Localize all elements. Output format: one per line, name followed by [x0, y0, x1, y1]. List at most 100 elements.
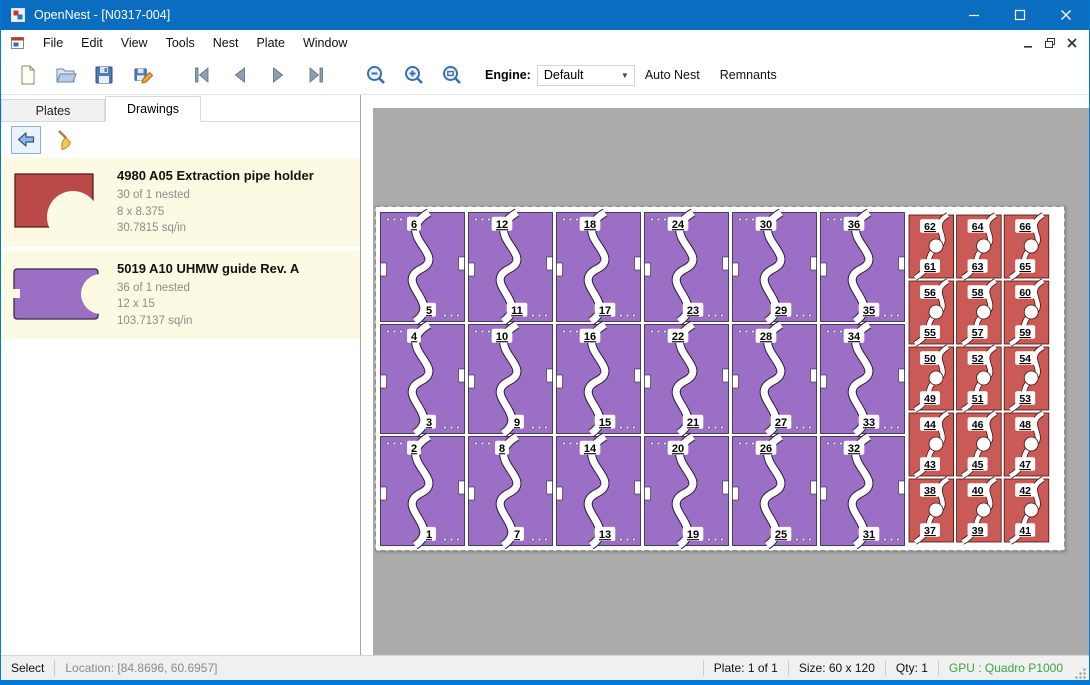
menu-window[interactable]: Window [294, 32, 356, 54]
svg-text:42: 42 [1019, 485, 1031, 497]
save-icon [92, 63, 116, 87]
svg-text:20: 20 [672, 443, 684, 455]
nest-part-pair-purple[interactable]: 1413 [557, 437, 641, 546]
nest-canvas[interactable]: 6512111817242330293635431091615222128273… [361, 95, 1089, 655]
last-arrow-icon [304, 63, 328, 87]
nest-part-pair-purple[interactable]: 3635 [821, 213, 905, 322]
auto-nest-button[interactable]: Auto Nest [635, 62, 710, 88]
broom-icon [54, 128, 78, 152]
save-as-button[interactable] [125, 59, 159, 91]
mdi-restore-button[interactable] [1039, 33, 1061, 53]
zoom-fit-button[interactable] [435, 59, 469, 91]
nest-part-pair-purple[interactable]: 65 [381, 213, 465, 322]
nest-part-pair-red[interactable]: 4241 [1004, 479, 1049, 542]
nest-part-pair-red[interactable]: 5049 [909, 347, 954, 410]
svg-text:10: 10 [496, 331, 508, 343]
menu-tools[interactable]: Tools [157, 32, 204, 54]
nest-part-pair-red[interactable]: 6261 [909, 215, 954, 278]
nest-part-pair-purple[interactable]: 1211 [469, 213, 553, 322]
svg-text:15: 15 [599, 417, 611, 429]
menu-file[interactable]: File [34, 32, 72, 54]
nav-prev-button[interactable] [223, 59, 257, 91]
drawing-nested-count: 36 of 1 nested [117, 280, 299, 297]
nest-part-pair-red[interactable]: 5655 [909, 281, 954, 344]
resize-grip[interactable] [1073, 656, 1089, 680]
nav-first-button[interactable] [185, 59, 219, 91]
mdi-minimize-button[interactable] [1017, 33, 1039, 53]
nest-part-pair-purple[interactable]: 2827 [733, 325, 817, 434]
clear-parts-button[interactable] [51, 126, 81, 154]
nest-part-pair-purple[interactable]: 87 [469, 437, 553, 546]
nest-part-pair-purple[interactable]: 2221 [645, 325, 729, 434]
maximize-icon [1014, 9, 1026, 21]
nest-part-pair-red[interactable]: 5453 [1004, 347, 1049, 410]
list-item[interactable]: 5019 A10 UHMW guide Rev. A 36 of 1 neste… [1, 251, 360, 340]
svg-text:63: 63 [972, 261, 984, 273]
nest-part-pair-purple[interactable]: 1615 [557, 325, 641, 434]
engine-select[interactable]: Default ▼ [537, 65, 635, 86]
nest-part-pair-purple[interactable]: 3029 [733, 213, 817, 322]
nest-part-pair-red[interactable]: 4847 [1004, 413, 1049, 476]
save-button[interactable] [87, 59, 121, 91]
menu-edit[interactable]: Edit [72, 32, 112, 54]
new-button[interactable] [11, 59, 45, 91]
main-toolbar: Engine: Default ▼ Auto Nest Remnants [1, 56, 1089, 95]
minimize-button[interactable] [951, 0, 997, 30]
plate-svg[interactable]: 6512111817242330293635431091615222128273… [375, 206, 1065, 551]
svg-text:13: 13 [599, 529, 611, 541]
nest-part-pair-purple[interactable]: 10 9 [469, 325, 553, 434]
nest-part-pair-purple[interactable]: 2625 [733, 437, 817, 546]
nav-last-button[interactable] [299, 59, 333, 91]
menu-plate[interactable]: Plate [247, 32, 294, 54]
nest-part-pair-purple[interactable]: 21 [381, 437, 465, 546]
svg-text:11: 11 [511, 305, 523, 317]
svg-text:50: 50 [924, 353, 936, 365]
nav-next-button[interactable] [261, 59, 295, 91]
svg-text:4: 4 [411, 331, 418, 343]
zoom-in-button[interactable] [397, 59, 431, 91]
mdi-close-icon [1065, 36, 1079, 50]
nest-part-pair-purple[interactable]: 2423 [645, 213, 729, 322]
list-item[interactable]: 4980 A05 Extraction pipe holder 30 of 1 … [1, 158, 360, 247]
window-bottom-border [1, 680, 1089, 685]
close-button[interactable] [1043, 0, 1089, 30]
svg-text:28: 28 [760, 331, 772, 343]
drawing-size: 8 x 8.375 [117, 204, 314, 221]
open-button[interactable] [49, 59, 83, 91]
return-part-button[interactable] [11, 126, 41, 154]
tab-drawings[interactable]: Drawings [105, 96, 201, 122]
mdi-close-button[interactable] [1061, 33, 1083, 53]
remnants-button[interactable]: Remnants [710, 62, 787, 88]
status-location: Location: [84.8696, 60.6957] [55, 656, 227, 680]
svg-text:9: 9 [514, 417, 520, 429]
engine-selected-value: Default [544, 68, 584, 82]
nest-part-pair-purple[interactable]: 2019 [645, 437, 729, 546]
tab-plates[interactable]: Plates [1, 99, 105, 121]
nest-part-pair-red[interactable]: 6665 [1004, 215, 1049, 278]
svg-text:17: 17 [599, 305, 611, 317]
nest-part-pair-red[interactable]: 4443 [909, 413, 954, 476]
nest-part-pair-purple[interactable]: 43 [381, 325, 465, 434]
nest-part-pair-purple[interactable]: 3433 [821, 325, 905, 434]
engine-label: Engine: [485, 68, 531, 82]
nest-part-pair-red[interactable]: 5857 [957, 281, 1002, 344]
nest-part-pair-red[interactable]: 3837 [909, 479, 954, 542]
svg-text:53: 53 [1019, 393, 1031, 405]
mdi-restore-icon [1043, 36, 1057, 50]
document-icon[interactable] [10, 35, 26, 51]
svg-text:44: 44 [924, 419, 936, 431]
main-area: Plates Drawings [1, 95, 1089, 655]
nest-part-pair-red[interactable]: 6463 [957, 215, 1002, 278]
nest-part-pair-red[interactable]: 6059 [1004, 281, 1049, 344]
nest-part-pair-red[interactable]: 4645 [957, 413, 1002, 476]
menu-nest[interactable]: Nest [204, 32, 248, 54]
nest-part-pair-red[interactable]: 4039 [957, 479, 1002, 542]
menu-view[interactable]: View [112, 32, 157, 54]
nest-part-pair-purple[interactable]: 3231 [821, 437, 905, 546]
nest-part-pair-purple[interactable]: 1817 [557, 213, 641, 322]
drawing-area: 103.7137 sq/in [117, 313, 299, 330]
zoom-out-button[interactable] [359, 59, 393, 91]
maximize-button[interactable] [997, 0, 1043, 30]
svg-text:34: 34 [848, 331, 861, 343]
nest-part-pair-red[interactable]: 5251 [957, 347, 1002, 410]
